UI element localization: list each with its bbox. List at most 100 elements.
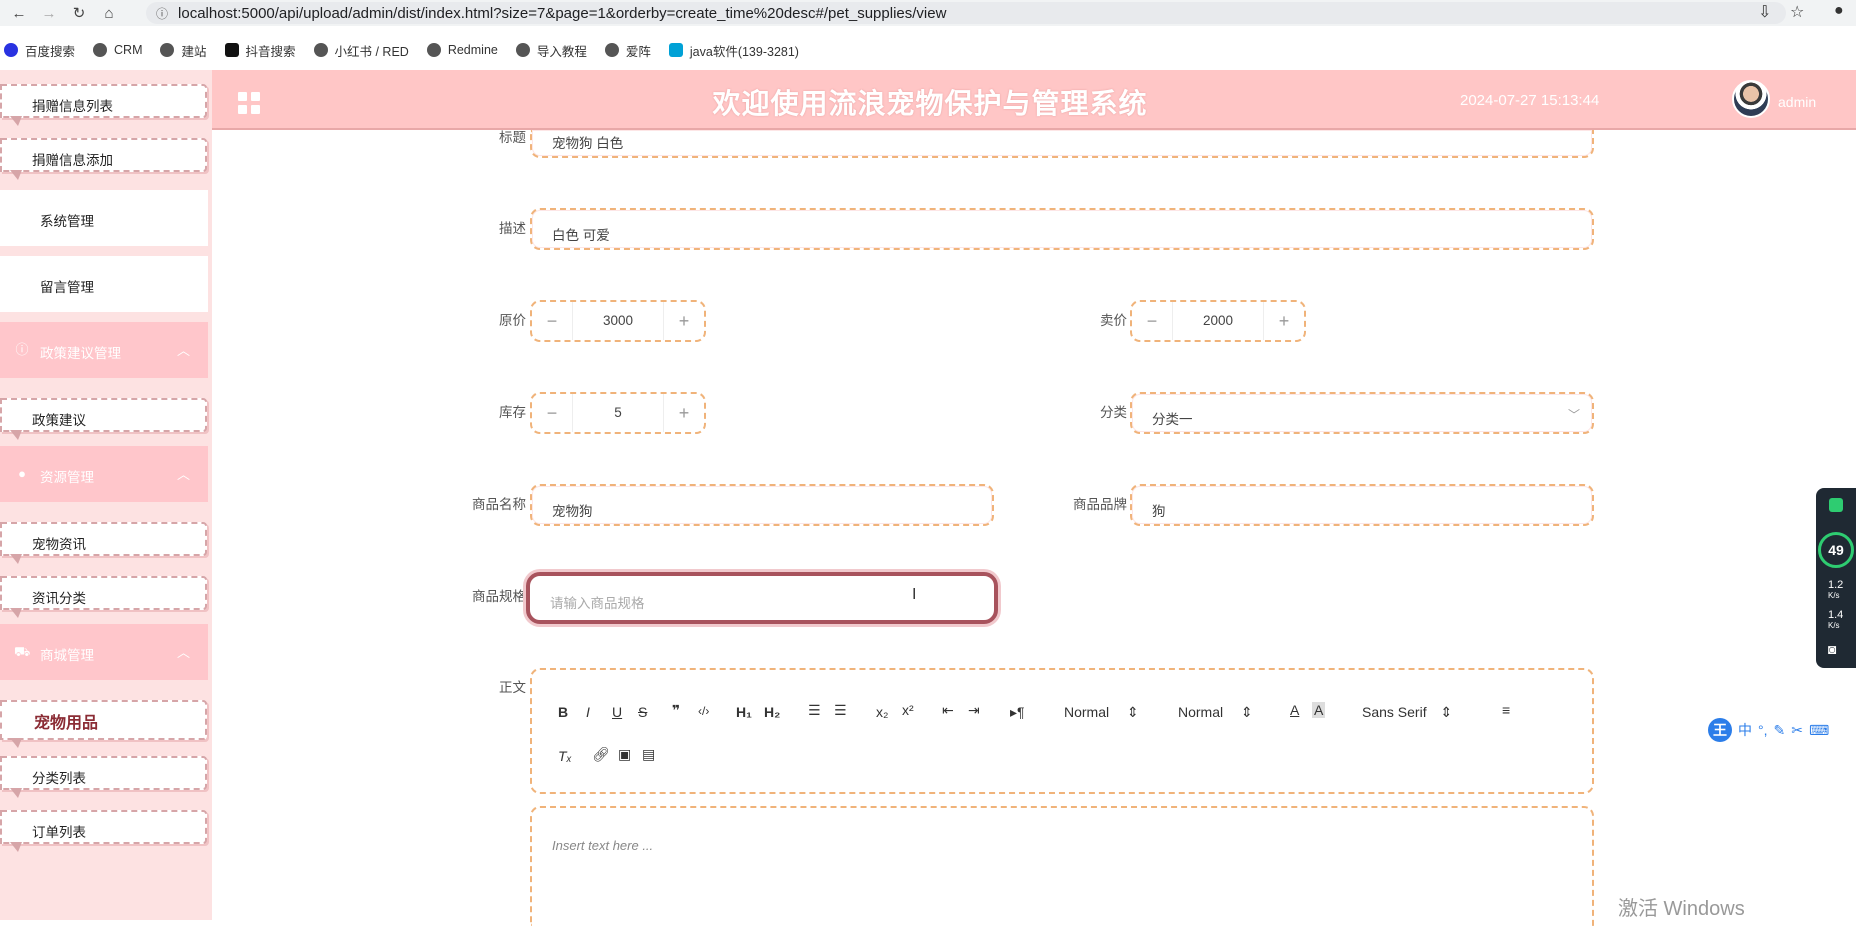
sidebar-item-donation-list[interactable]: 捐赠信息列表 [0,70,212,126]
rich-text-toolbar: B I U S ❞ ‹/› H₁ H₂ ☰ ☰ x₂ x² ⇤ ⇥ ▸¶ Nor… [530,668,1594,794]
home-icon[interactable]: ⌂ [98,2,120,24]
minus-icon[interactable]: − [532,311,572,332]
desc-label: 描述 [499,221,526,236]
ime-toolbar: 王 中 °, ✎ ✂ ⌨ [1708,717,1856,743]
heading2-icon[interactable]: H₂ [764,704,780,720]
pen-icon[interactable]: ✎ [1774,722,1786,739]
updown-icon: ⇕ [1440,704,1453,720]
sidebar-item-pet-supplies[interactable]: 宠物用品 [0,680,212,748]
ime-language[interactable]: 中 [1738,720,1752,740]
underline-icon[interactable]: U [612,704,622,720]
outdent-icon[interactable]: ⇤ [942,702,954,719]
network-monitor-widget[interactable]: 49 1.2 K/s 1.4 K/s ◙ [1816,488,1856,668]
bold-icon[interactable]: B [558,704,568,720]
sale-price-stepper[interactable]: − 2000 + [1130,300,1306,342]
bookmark-xiaohongshu[interactable]: 小红书 / RED [313,41,409,60]
bullet-list-icon[interactable]: ☰ [834,702,847,719]
sidebar-item-news-category[interactable]: 资讯分类 [0,556,212,618]
spec-field[interactable]: 请输入商品规格 [526,572,998,624]
windows-activation-watermark: 激活 Windows [1618,898,1745,920]
sidebar-group-resource[interactable]: ● 资源管理 ︿ [0,446,208,502]
header-select[interactable]: Normal ⇕ [1064,704,1139,721]
cpu-ring: 49 [1818,532,1854,568]
heading1-icon[interactable]: H₁ [736,704,752,720]
bookmark-star-icon[interactable]: ☆ [1790,2,1804,22]
header-datetime: 2024-07-27 15:13:44 [1460,92,1600,109]
ordered-list-icon[interactable]: ☰ [808,702,821,719]
bookmark-jianzhan[interactable]: 建站 [160,41,207,60]
name-field[interactable]: 宠物狗 [530,484,994,526]
bookmark-redmine[interactable]: Redmine [426,43,498,57]
url-text: localhost:5000/api/upload/admin/dist/ind… [178,4,947,22]
camera-icon[interactable]: ◙ [1828,642,1836,656]
italic-icon[interactable]: I [586,704,590,720]
bookmark-crm[interactable]: CRM [93,43,142,57]
bookmark-aizhen[interactable]: 爱阵 [604,41,651,60]
ime-logo-icon[interactable]: 王 [1708,718,1732,742]
sidebar-item-donation-add[interactable]: 捐赠信息添加 [0,118,212,180]
sidebar-group-policy[interactable]: ⓘ 政策建议管理 ︿ [0,322,208,378]
clear-format-icon[interactable]: Tₓ [558,748,572,764]
bookmark-baidu[interactable]: 百度搜索 [4,41,75,60]
plus-icon[interactable]: + [1264,311,1304,332]
sidebar-item-pet-news[interactable]: 宠物资讯 [0,502,212,564]
ime-punct[interactable]: °, [1758,722,1768,738]
desc-field[interactable]: 白色 可爱 [530,208,1594,250]
back-icon[interactable]: ← [8,2,30,24]
pet-supplies-form: 标题 宠物狗 白色 描述 白色 可爱 原价 − 3000 + 卖价 − 2000… [212,130,1612,926]
plus-icon[interactable]: + [664,403,704,424]
sidebar-item-system-mgmt[interactable]: 系统管理 [0,190,208,246]
align-icon[interactable]: ≡ [1502,702,1510,718]
bookmark-douyin[interactable]: 抖音搜索 [224,41,296,60]
stock-stepper[interactable]: − 5 + [530,392,706,434]
bookmark-java[interactable]: java软件(139-3281) [668,41,799,60]
minus-icon[interactable]: − [532,403,572,424]
font-select[interactable]: Sans Serif ⇕ [1362,704,1452,721]
image-icon[interactable]: ▣ [618,746,631,763]
indent-icon[interactable]: ⇥ [968,702,980,719]
title-label: 标题 [499,130,526,145]
scissors-icon[interactable]: ✂ [1791,722,1803,739]
keyboard-icon[interactable]: ⌨ [1809,722,1829,739]
sale-price-label: 卖价 [1100,313,1127,328]
sidebar-group-mall[interactable]: ⛟ 商城管理 ︿ [0,624,208,680]
stock-label: 库存 [499,405,526,420]
link-icon[interactable]: 🔗︎ [592,746,610,763]
minus-icon[interactable]: − [1132,311,1172,332]
strike-icon[interactable]: S [638,704,647,720]
sidebar: 捐赠信息列表 捐赠信息添加 系统管理 留言管理 ⓘ 政策建议管理 ︿ 政策建议 … [0,70,212,920]
avatar[interactable] [1732,80,1770,118]
plus-icon[interactable]: + [664,311,704,332]
reload-icon[interactable]: ↻ [68,2,90,24]
updown-icon: ⇕ [1241,704,1253,720]
profile-icon[interactable]: ● [1834,2,1844,20]
code-icon[interactable]: ‹/› [698,704,709,718]
orig-price-label: 原价 [499,313,526,328]
chevron-up-icon: ︿ [176,645,190,660]
sidebar-item-policy[interactable]: 政策建议 [0,378,212,440]
user-name[interactable]: admin [1778,94,1816,110]
superscript-icon[interactable]: x² [902,702,914,718]
sidebar-item-category-list[interactable]: 分类列表 [0,736,212,798]
size-select[interactable]: Normal ⇕ [1178,704,1253,721]
subscript-icon[interactable]: x₂ [876,704,888,720]
sidebar-item-order-list[interactable]: 订单列表 [0,790,212,852]
install-app-icon[interactable]: ⇩ [1758,2,1771,22]
rtl-icon[interactable]: ▸¶ [1010,704,1025,721]
title-field[interactable]: 宠物狗 白色 [530,130,1594,158]
blockquote-icon[interactable]: ❞ [672,702,680,719]
font-color-icon[interactable]: A [1290,702,1299,718]
bookmark-import-tutorial[interactable]: 导入教程 [515,41,587,60]
category-select[interactable]: 分类一 ﹀ [1130,392,1594,434]
page-title: 欢迎使用流浪宠物保护与管理系统 [712,88,1148,119]
rich-text-editor[interactable]: Insert text here ... [530,806,1594,926]
background-color-icon[interactable]: A [1312,702,1326,718]
address-bar[interactable]: ⓘ localhost:5000/api/upload/admin/dist/i… [146,2,1786,24]
orig-price-stepper[interactable]: − 3000 + [530,300,706,342]
video-icon[interactable]: ▤ [642,746,655,763]
brand-field[interactable]: 狗 [1130,484,1594,526]
site-info-icon[interactable]: ⓘ [156,5,168,22]
forward-icon[interactable]: → [38,2,60,24]
sidebar-item-message-mgmt[interactable]: 留言管理 [0,256,208,312]
app-header: 欢迎使用流浪宠物保护与管理系统 2024-07-27 15:13:44 admi… [212,70,1856,130]
